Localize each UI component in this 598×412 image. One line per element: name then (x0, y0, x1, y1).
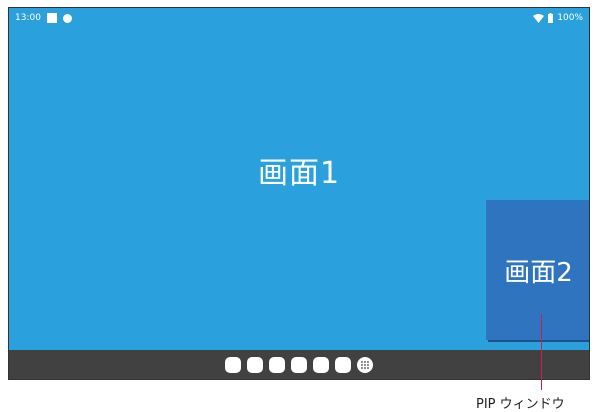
status-bar: 13:00 100% (9, 8, 589, 30)
pip-window[interactable]: 画面2 (486, 200, 589, 340)
dock-app-6[interactable] (335, 356, 351, 373)
all-apps-icon[interactable] (357, 356, 373, 373)
dock (9, 350, 589, 379)
dock-app-4[interactable] (291, 356, 307, 373)
battery-percentage: 100% (557, 13, 583, 23)
wifi-icon (533, 13, 545, 23)
callout-line (541, 314, 542, 390)
status-right: 100% (533, 13, 583, 23)
dock-app-5[interactable] (313, 356, 329, 373)
tablet-screen: 13:00 100% 画面1 画面2 (8, 7, 590, 380)
dock-app-1[interactable] (225, 356, 241, 373)
callout-label: PIP ウィンドウ (476, 397, 565, 412)
pip-window-label: 画面2 (504, 257, 573, 288)
dock-app-2[interactable] (247, 356, 263, 373)
grid-icon (361, 360, 369, 369)
status-left: 13:00 (15, 13, 72, 23)
main-screen-label: 画面1 (257, 156, 341, 191)
circle-notification-icon (62, 13, 72, 23)
status-time: 13:00 (15, 13, 41, 23)
dock-app-3[interactable] (269, 356, 285, 373)
battery-icon (548, 13, 554, 23)
square-notification-icon (46, 13, 57, 23)
